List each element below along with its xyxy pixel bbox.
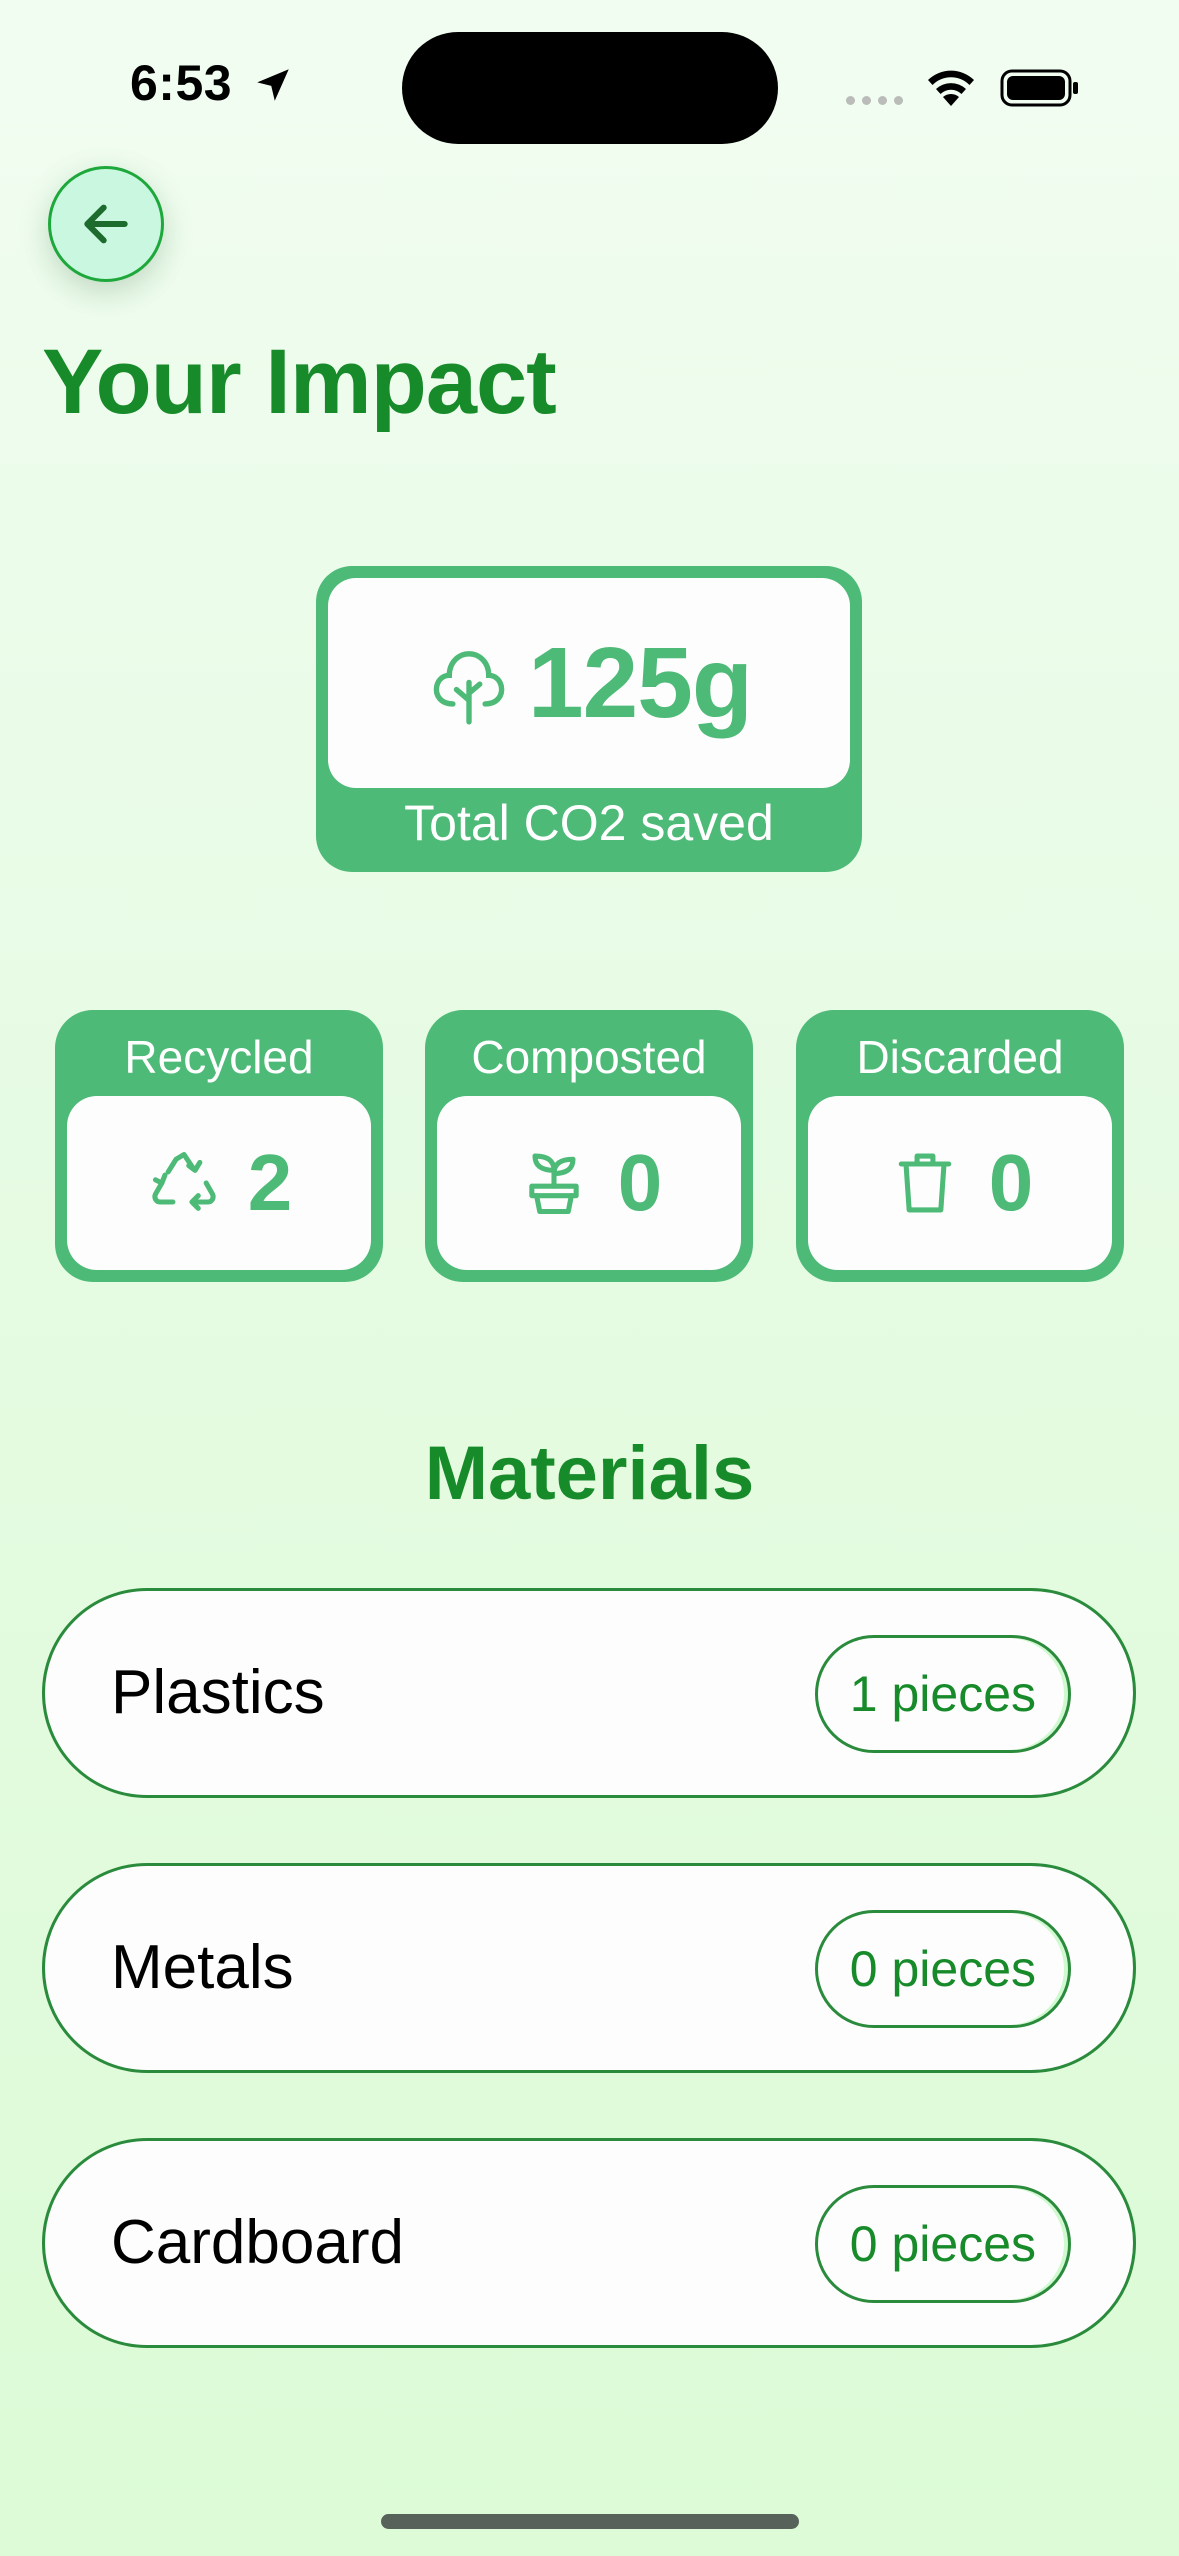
back-button[interactable] [48,166,164,282]
co2-saved-card: 125g Total CO2 saved [316,566,862,872]
stat-label: Composted [471,1031,707,1083]
home-indicator[interactable] [381,2514,799,2529]
recycle-icon [152,1151,216,1211]
tree-icon [433,651,505,725]
stat-label: Recycled [124,1031,314,1083]
stat-card-recycled: Recycled 2 [55,1010,383,1282]
dynamic-island [402,32,778,144]
pieces-count-badge: 0 pieces [814,1910,1071,2028]
status-bar: 6:53 [0,0,1179,160]
stat-value-box: 2 [67,1096,371,1270]
co2-value: 125g [528,626,753,739]
material-name: Cardboard [111,2208,404,2277]
stat-value-box: 0 [437,1096,741,1270]
pieces-count-badge: 0 pieces [814,2185,1071,2303]
materials-heading: Materials [424,1431,755,1516]
material-row-metals[interactable]: Metals 0 pieces [42,1863,1136,2073]
stat-value: 0 [617,1138,663,1227]
status-time: 6:53 [130,55,233,111]
stat-value: 0 [988,1138,1034,1227]
stat-card-discarded: Discarded 0 [796,1010,1124,1282]
material-row-plastics[interactable]: Plastics 1 pieces [42,1588,1136,1798]
sprout-pot-icon [529,1153,579,1215]
stat-label: Discarded [856,1031,1064,1083]
wifi-icon [928,70,974,106]
stat-value: 2 [247,1138,293,1227]
arrow-left-icon [84,204,128,244]
pieces-count-badge: 1 pieces [814,1635,1071,1753]
stat-value-box: 0 [808,1096,1112,1270]
material-row-cardboard[interactable]: Cardboard 0 pieces [42,2138,1136,2348]
trash-icon [898,1153,952,1213]
material-name: Plastics [111,1658,325,1727]
co2-label: Total CO2 saved [404,795,774,851]
page-title: Your Impact [42,331,557,433]
cellular-signal-icon [846,96,903,105]
stat-card-composted: Composted 0 [425,1010,753,1282]
battery-icon [1000,69,1078,107]
location-arrow-icon [257,69,289,101]
co2-value-box: 125g [328,578,850,788]
material-name: Metals [111,1933,294,2002]
